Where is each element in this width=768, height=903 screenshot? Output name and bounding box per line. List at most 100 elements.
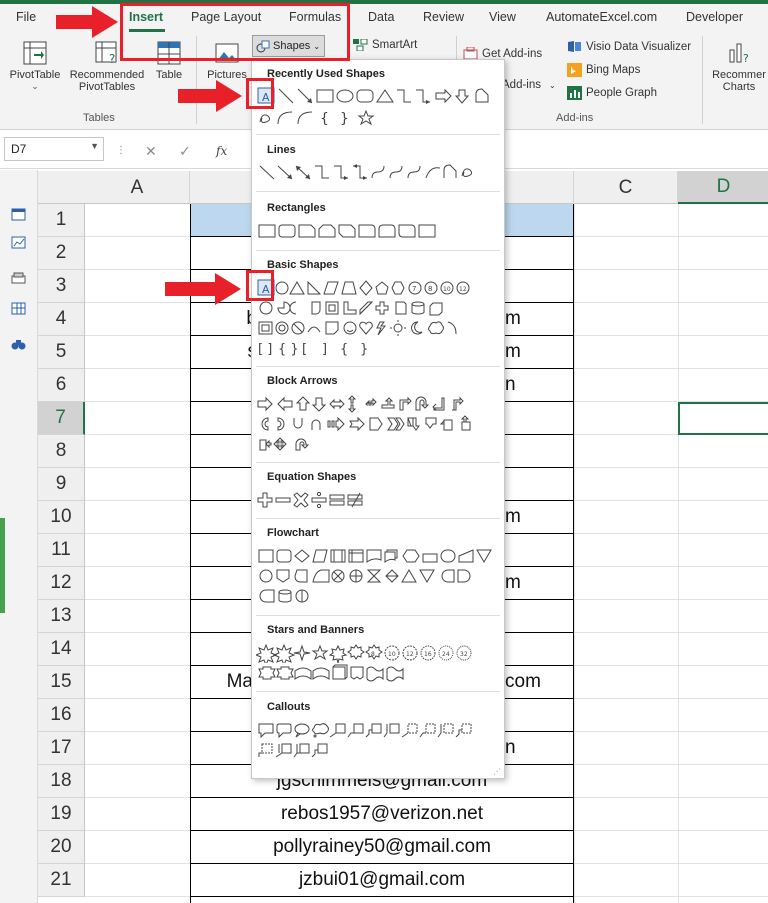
- stack-icon[interactable]: [11, 271, 26, 284]
- cell-b21[interactable]: jzbui01@gmail.com: [191, 869, 573, 891]
- column-header-c[interactable]: C: [574, 171, 678, 204]
- cell-b12[interactable]: t: [191, 572, 257, 594]
- row-header-14[interactable]: 14: [38, 633, 85, 666]
- row-header-6[interactable]: 6: [38, 369, 85, 402]
- shape-row-block-arrows-3[interactable]: [256, 434, 502, 454]
- row-header-10[interactable]: 10: [38, 501, 85, 534]
- row-header-15[interactable]: 15: [38, 666, 85, 699]
- shape-row-flowchart-2[interactable]: [256, 566, 502, 586]
- shape-row-basic-4[interactable]: [ ] { } [ ] { }: [256, 338, 502, 358]
- row-header-2[interactable]: 2: [38, 237, 85, 270]
- cell-b15-tail[interactable]: com: [505, 671, 565, 693]
- row-header-11[interactable]: 11: [38, 534, 85, 567]
- shape-row-flowchart-1[interactable]: [256, 546, 502, 566]
- row-header-20[interactable]: 20: [38, 831, 85, 864]
- shape-row-block-arrows-2[interactable]: [256, 414, 502, 434]
- more-icon: ⋮: [116, 145, 126, 156]
- insert-function-icon[interactable]: fx: [216, 144, 227, 158]
- shape-row-basic-2[interactable]: [256, 298, 502, 318]
- row-header-5[interactable]: 5: [38, 336, 85, 369]
- cell-b10[interactable]: t: [191, 506, 257, 528]
- cell-b20[interactable]: pollyrainey50@gmail.com: [191, 836, 573, 858]
- shape-row-stars-2[interactable]: [256, 663, 502, 683]
- row-header-8[interactable]: 8: [38, 435, 85, 468]
- pivottable-button[interactable]: PivotTable ⌄: [6, 40, 64, 92]
- row-header-18[interactable]: 18: [38, 765, 85, 798]
- grid-icon[interactable]: [11, 302, 26, 315]
- column-header-a[interactable]: A: [85, 171, 190, 204]
- svg-text:10: 10: [388, 651, 396, 658]
- visio-icon: [568, 41, 581, 52]
- enter-icon[interactable]: ✓: [179, 143, 191, 160]
- shape-row-flowchart-3[interactable]: [256, 586, 502, 606]
- row-header-13[interactable]: 13: [38, 600, 85, 633]
- svg-text:10: 10: [443, 286, 451, 293]
- cell-b4[interactable]: b: [191, 308, 257, 330]
- task-pane-strip: [0, 170, 38, 903]
- my-addins-button[interactable]: Add-ins ⌄: [502, 79, 556, 91]
- cell-b17-tail[interactable]: n: [505, 737, 565, 759]
- red-arrow-icon: [165, 273, 241, 305]
- recommended-charts-icon: ?: [729, 43, 749, 65]
- row-header-17[interactable]: 17: [38, 732, 85, 765]
- shape-row-callouts-2[interactable]: [256, 740, 502, 760]
- shape-row-equation[interactable]: [256, 490, 502, 510]
- shape-row-basic-3[interactable]: [256, 318, 502, 338]
- cell-b4-tail[interactable]: m: [505, 308, 565, 330]
- shape-row-basic-1[interactable]: A 7 8 10 12: [256, 278, 502, 298]
- binoculars-icon[interactable]: [11, 338, 26, 351]
- cell-b6-tail[interactable]: n: [505, 374, 565, 396]
- shape-row-rectangles[interactable]: [256, 221, 502, 241]
- tab-view[interactable]: View: [489, 10, 516, 24]
- row-header-1[interactable]: 1: [38, 204, 85, 237]
- cell-b5[interactable]: s: [191, 341, 258, 363]
- shape-row-recent-2[interactable]: { }: [256, 108, 502, 128]
- tab-data[interactable]: Data: [368, 10, 394, 24]
- tab-file[interactable]: File: [16, 10, 36, 24]
- smartart-button[interactable]: SmartArt: [353, 39, 417, 51]
- row-header-12[interactable]: 12: [38, 567, 85, 600]
- separator: [256, 462, 500, 463]
- separator: [256, 691, 500, 692]
- name-box[interactable]: D7 ▼: [4, 137, 104, 161]
- shape-row-block-arrows-1[interactable]: [256, 394, 502, 414]
- tab-automateexcel[interactable]: AutomateExcel.com: [546, 10, 657, 24]
- column-header-d[interactable]: D: [678, 171, 768, 204]
- tab-developer[interactable]: Developer: [686, 10, 743, 24]
- collapsed-pane-handle[interactable]: [0, 518, 5, 613]
- svg-text:24: 24: [442, 651, 450, 658]
- recent-shapes-icons-2: { }: [259, 109, 375, 127]
- row-header-21[interactable]: 21: [38, 864, 85, 897]
- row-header-4[interactable]: 4: [38, 303, 85, 336]
- resize-grip-icon[interactable]: ⋰: [493, 767, 501, 776]
- recommended-charts-button[interactable]: ? Recommer Charts: [710, 40, 768, 93]
- table-icon[interactable]: [11, 208, 26, 221]
- tab-review[interactable]: Review: [423, 10, 464, 24]
- cell-b15[interactable]: Ma: [191, 671, 253, 693]
- visio-data-visualizer-button[interactable]: Visio Data Visualizer: [567, 40, 691, 53]
- bing-maps-button[interactable]: Bing Maps: [567, 63, 640, 77]
- row-header-16[interactable]: 16: [38, 699, 85, 732]
- active-cell-d7[interactable]: [678, 402, 768, 435]
- shape-row-stars-1[interactable]: 8 10 12 16 24 32: [256, 643, 502, 663]
- block-arrows-icons-2: [261, 415, 471, 432]
- shape-row-callouts-1[interactable]: [256, 720, 502, 740]
- people-graph-label: People Graph: [586, 87, 657, 99]
- people-graph-button[interactable]: People Graph: [567, 86, 657, 100]
- cell-b5-tail[interactable]: m: [505, 341, 565, 363]
- cell-b10-tail[interactable]: m: [505, 506, 565, 528]
- block-arrows-icons-3: [259, 437, 310, 451]
- cell-b19[interactable]: rebos1957@verizon.net: [191, 803, 573, 825]
- chart-icon[interactable]: [11, 236, 26, 249]
- row-header-7[interactable]: 7: [38, 402, 85, 435]
- cancel-icon[interactable]: ✕: [145, 143, 157, 160]
- cell-b12-tail[interactable]: m: [505, 572, 565, 594]
- row-header-19[interactable]: 19: [38, 798, 85, 831]
- svg-text:8: 8: [371, 651, 375, 658]
- shape-row-lines[interactable]: [256, 162, 502, 182]
- shape-row-recent-1[interactable]: A: [256, 86, 502, 106]
- cell-border: [190, 896, 574, 897]
- svg-text:{: {: [340, 342, 348, 357]
- row-header-3[interactable]: 3: [38, 270, 85, 303]
- row-header-9[interactable]: 9: [38, 468, 85, 501]
